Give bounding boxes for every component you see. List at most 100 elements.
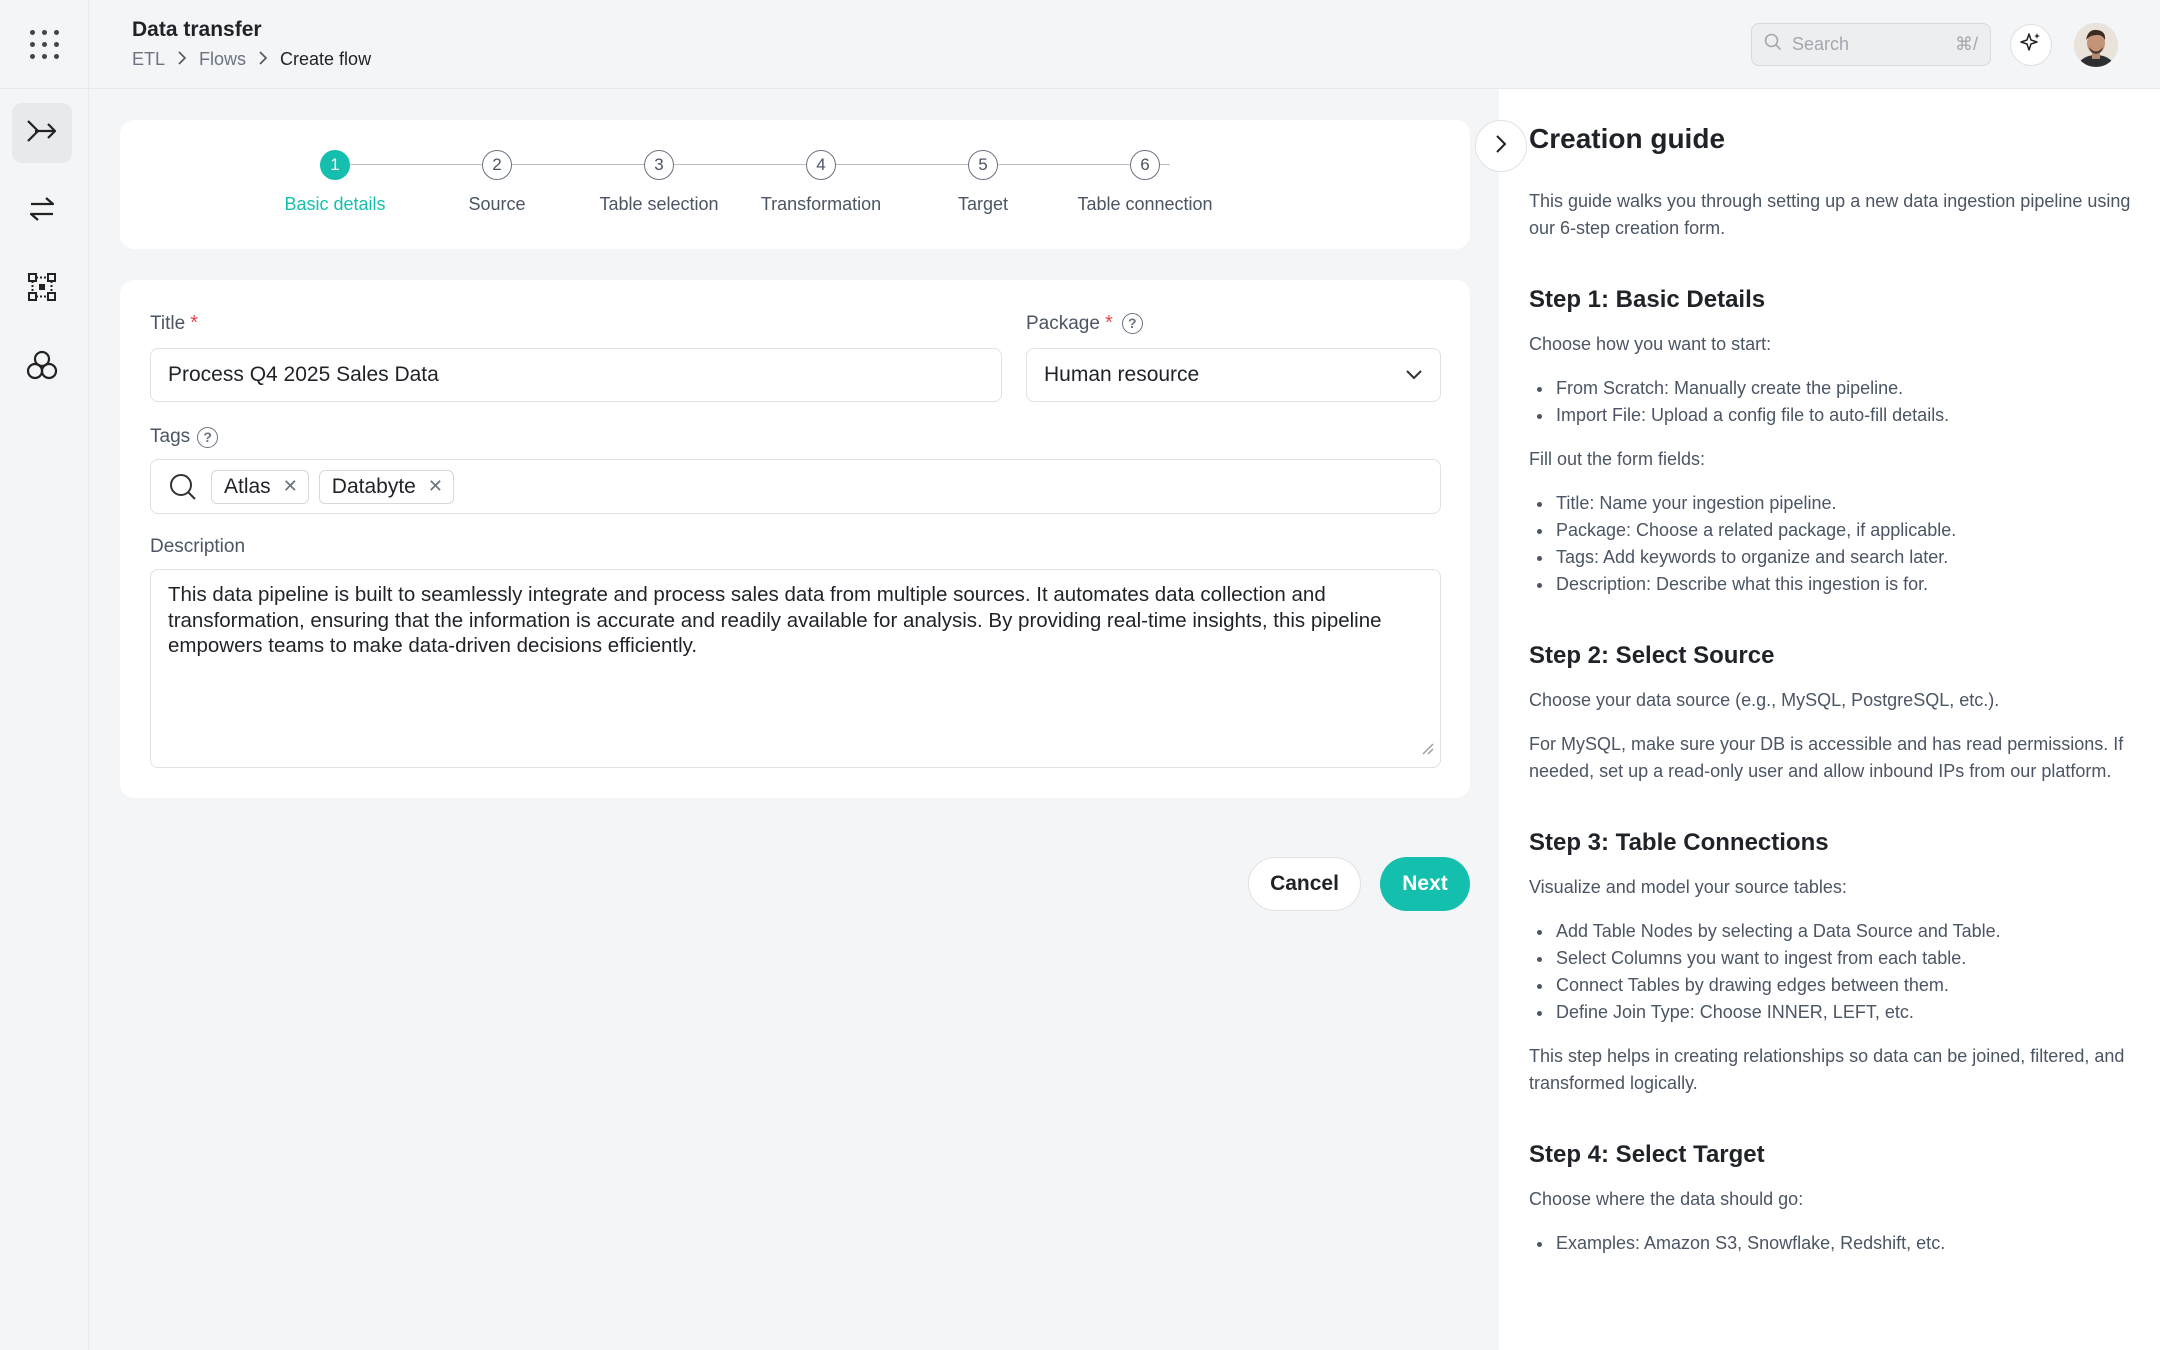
step-table-connection[interactable]: 6 Table connection: [1065, 150, 1225, 215]
guide-list-item: Examples: Amazon S3, Snowflake, Redshift…: [1529, 1230, 2139, 1257]
guide-step-2: Step 2: Select Source Choose your data s…: [1529, 642, 2139, 785]
breadcrumb: ETL Flows Create flow: [132, 49, 371, 70]
package-value: Human resource: [1044, 363, 1200, 386]
description-value: This data pipeline is built to seamlessl…: [168, 583, 1382, 657]
guide-text: This step helps in creating relationship…: [1529, 1046, 2125, 1093]
guide-step-heading: Step 4: Select Target: [1529, 1141, 1765, 1168]
close-icon[interactable]: ✕: [428, 476, 443, 497]
guide-step-heading: Step 2: Select Source: [1529, 642, 1775, 669]
swap-arrows-icon: [27, 195, 57, 228]
guide-list: Add Table Nodes by selecting a Data Sour…: [1529, 918, 2139, 1026]
page-title: Data transfer: [132, 18, 262, 41]
ai-assistant-button[interactable]: [2010, 24, 2052, 66]
guide-text: For MySQL, make sure your DB is accessib…: [1529, 734, 2124, 781]
grid-dots-icon: [29, 30, 59, 59]
close-icon[interactable]: ✕: [283, 476, 298, 497]
guide-list-item: Package: Choose a related package, if ap…: [1529, 517, 2139, 544]
tags-input[interactable]: Atlas ✕ Databyte ✕: [150, 459, 1441, 514]
step-number: 5: [968, 150, 998, 180]
guide-text: Choose where the data should go:: [1529, 1189, 1804, 1209]
guide-step-3: Step 3: Table Connections Visualize and …: [1529, 829, 2139, 1097]
guide-content: Creation guide This guide walks you thro…: [1529, 123, 2139, 1301]
app-launcher-button[interactable]: [0, 0, 89, 89]
three-circles-icon: [26, 349, 58, 386]
help-icon[interactable]: ?: [197, 426, 219, 448]
tag-chip: Databyte ✕: [318, 469, 454, 504]
guide-text: Choose your data source (e.g., MySQL, Po…: [1529, 690, 2000, 710]
tag-label: Databyte: [331, 474, 416, 498]
search-icon: [1764, 33, 1782, 56]
package-label: Package: [1026, 312, 1100, 334]
guide-intro: This guide walks you through setting up …: [1529, 191, 2131, 238]
title-label: Title: [150, 312, 186, 334]
step-table-selection[interactable]: 3 Table selection: [579, 150, 739, 215]
search-input[interactable]: Search ⌘/: [1751, 23, 1991, 66]
step-label: Table selection: [599, 194, 719, 214]
title-input[interactable]: Process Q4 2025 Sales Data: [150, 348, 1002, 402]
guide-list: From Scratch: Manually create the pipeli…: [1529, 375, 2139, 429]
step-label: Target: [957, 194, 1009, 214]
next-button[interactable]: Next: [1380, 857, 1470, 911]
title-value: Process Q4 2025 Sales Data: [168, 363, 439, 386]
tags-label: Tags: [150, 426, 191, 447]
guide-text: Visualize and model your source tables:: [1529, 877, 1847, 897]
guide-list: Title: Name your ingestion pipeline. Pac…: [1529, 490, 2139, 598]
tag-label: Atlas: [224, 474, 271, 498]
step-basic-details[interactable]: 1 Basic details: [255, 150, 415, 215]
side-nav: [0, 89, 89, 1350]
package-select[interactable]: Human resource: [1026, 348, 1441, 402]
breadcrumb-etl[interactable]: ETL: [132, 49, 165, 70]
breadcrumb-flows[interactable]: Flows: [199, 49, 246, 70]
top-bar: Data transfer ETL Flows Create flow Sear…: [0, 0, 2160, 89]
step-target[interactable]: 5 Target: [903, 150, 1063, 215]
step-source[interactable]: 2 Source: [417, 150, 577, 215]
package-label-group: Package * ?: [1026, 312, 1143, 335]
chevron-right-icon: [177, 49, 187, 70]
step-label: Transformation: [760, 194, 882, 214]
step-number: 3: [644, 150, 674, 180]
guide-list-item: Select Columns you want to ingest from e…: [1529, 945, 2139, 972]
chevron-down-icon: [1405, 363, 1423, 387]
nav-flows[interactable]: [12, 103, 72, 163]
guide-list: Examples: Amazon S3, Snowflake, Redshift…: [1529, 1230, 2139, 1257]
guide-list-item: Import File: Upload a config file to aut…: [1529, 402, 2139, 429]
sparkle-icon: [2019, 31, 2043, 60]
guide-list-item: Connect Tables by drawing edges between …: [1529, 972, 2139, 999]
resize-handle-icon[interactable]: [1420, 736, 1434, 762]
step-number: 6: [1130, 150, 1160, 180]
nav-transfer[interactable]: [12, 181, 72, 241]
step-label: Basic details: [284, 194, 386, 214]
guide-step-heading: Step 3: Table Connections: [1529, 829, 1829, 856]
step-label: Source: [468, 194, 526, 214]
guide-list-item: Define Join Type: Choose INNER, LEFT, et…: [1529, 999, 2139, 1026]
guide-list-item: Tags: Add keywords to organize and searc…: [1529, 544, 2139, 571]
description-label: Description: [150, 536, 246, 557]
nav-integrations[interactable]: [12, 337, 72, 397]
guide-list-item: Add Table Nodes by selecting a Data Sour…: [1529, 918, 2139, 945]
avatar[interactable]: [2074, 23, 2118, 67]
guide-title: Creation guide: [1529, 123, 1726, 154]
search-icon: [169, 473, 197, 501]
guide-text: Fill out the form fields:: [1529, 449, 1706, 469]
stepper-card: 1 Basic details 2 Source 3 Table selecti…: [120, 120, 1470, 249]
guide-list-item: Title: Name your ingestion pipeline.: [1529, 490, 2139, 517]
collapse-guide-button[interactable]: [1475, 120, 1527, 172]
step-number: 2: [482, 150, 512, 180]
step-number: 4: [806, 150, 836, 180]
help-icon[interactable]: ?: [1121, 313, 1143, 334]
tags-label-group: Tags ?: [150, 426, 219, 448]
creation-guide-panel: Creation guide This guide walks you thro…: [1499, 89, 2160, 1350]
nav-components[interactable]: [12, 259, 72, 319]
guide-step-4: Step 4: Select Target Choose where the d…: [1529, 1141, 2139, 1257]
cancel-button[interactable]: Cancel: [1248, 857, 1361, 911]
step-transformation[interactable]: 4 Transformation: [741, 150, 901, 215]
guide-step-heading: Step 1: Basic Details: [1529, 286, 1766, 313]
stepper: 1 Basic details 2 Source 3 Table selecti…: [284, 150, 1235, 230]
guide-text: Choose how you want to start:: [1529, 334, 1772, 354]
basic-details-form: Title * Process Q4 2025 Sales Data Packa…: [120, 280, 1470, 798]
step-number: 1: [320, 150, 350, 180]
search-placeholder: Search: [1792, 34, 1850, 54]
guide-step-1: Step 1: Basic Details Choose how you wan…: [1529, 286, 2139, 598]
description-textarea[interactable]: This data pipeline is built to seamlessl…: [150, 569, 1441, 768]
step-label: Table connection: [1077, 194, 1213, 214]
